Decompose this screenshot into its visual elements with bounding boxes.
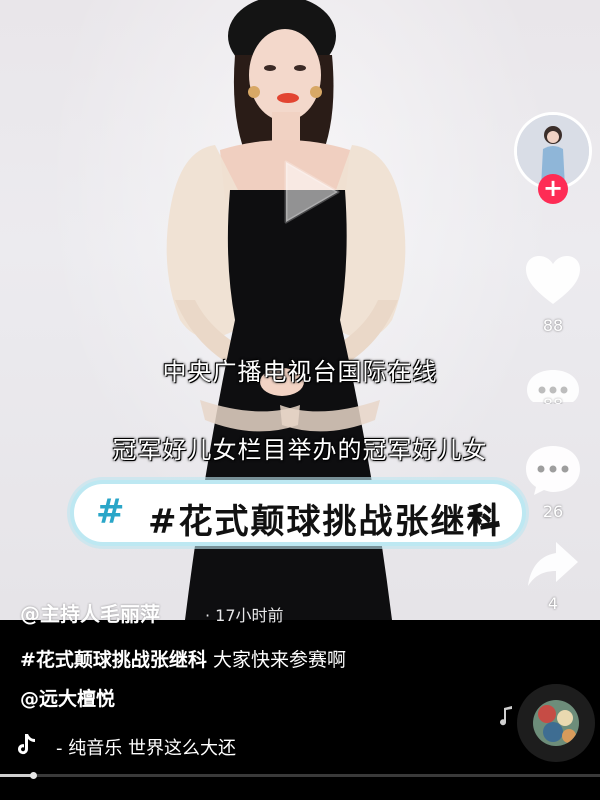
progress-knob[interactable]	[30, 772, 37, 779]
follow-plus-icon[interactable]: +	[538, 174, 568, 204]
music-cover	[533, 700, 579, 746]
comment-icon[interactable]	[524, 444, 582, 496]
music-notes-icon	[500, 706, 512, 726]
caption-text: 大家快来参赛啊	[206, 649, 346, 671]
banner-text: #花式颠球挑战张继科	[148, 502, 503, 542]
author-handle[interactable]: @主持人毛丽萍	[20, 598, 160, 627]
hashtag-banner: # #花式颠球挑战张继科 科	[70, 480, 526, 546]
share-icon[interactable]	[526, 540, 580, 588]
caption-mention[interactable]: @远大檀悦	[20, 684, 115, 711]
video-subtitle-1: 中央广播电视台国际在线	[162, 358, 438, 386]
comment-count-ghost: 88	[513, 395, 593, 404]
music-cover-image	[533, 700, 579, 746]
music-title: - 纯音乐 世界这么大还	[56, 738, 236, 759]
video-subtitle-2: 冠军好儿女栏目举办的冠军好儿女	[112, 436, 488, 464]
comment-count: 26	[542, 502, 564, 521]
banner-tail-text: 科	[468, 500, 501, 538]
progress-fill	[0, 774, 33, 777]
caption-hashtag[interactable]: #花式颠球挑战张继科	[20, 649, 207, 671]
video-progress-bar[interactable]	[0, 772, 600, 779]
music-disc-icon[interactable]	[517, 684, 595, 762]
post-caption: #花式颠球挑战张继科 大家快来参赛啊	[20, 645, 346, 672]
video-player[interactable]: 中央广播电视台国际在线 冠军好儿女栏目举办的冠军好儿女 # #花式颠球挑战张继科…	[0, 0, 600, 620]
like-count: 88	[542, 316, 564, 335]
banner-hash-mark: #	[96, 492, 125, 532]
post-time: · 17小时前	[205, 606, 284, 625]
play-icon[interactable]	[258, 144, 354, 240]
app-screen: 中央广播电视台国际在线 冠军好儿女栏目举办的冠军好儿女 # #花式颠球挑战张继科…	[0, 0, 600, 800]
tiktok-note-icon	[18, 734, 35, 755]
share-count: 4	[547, 594, 559, 613]
like-icon[interactable]	[524, 254, 582, 306]
